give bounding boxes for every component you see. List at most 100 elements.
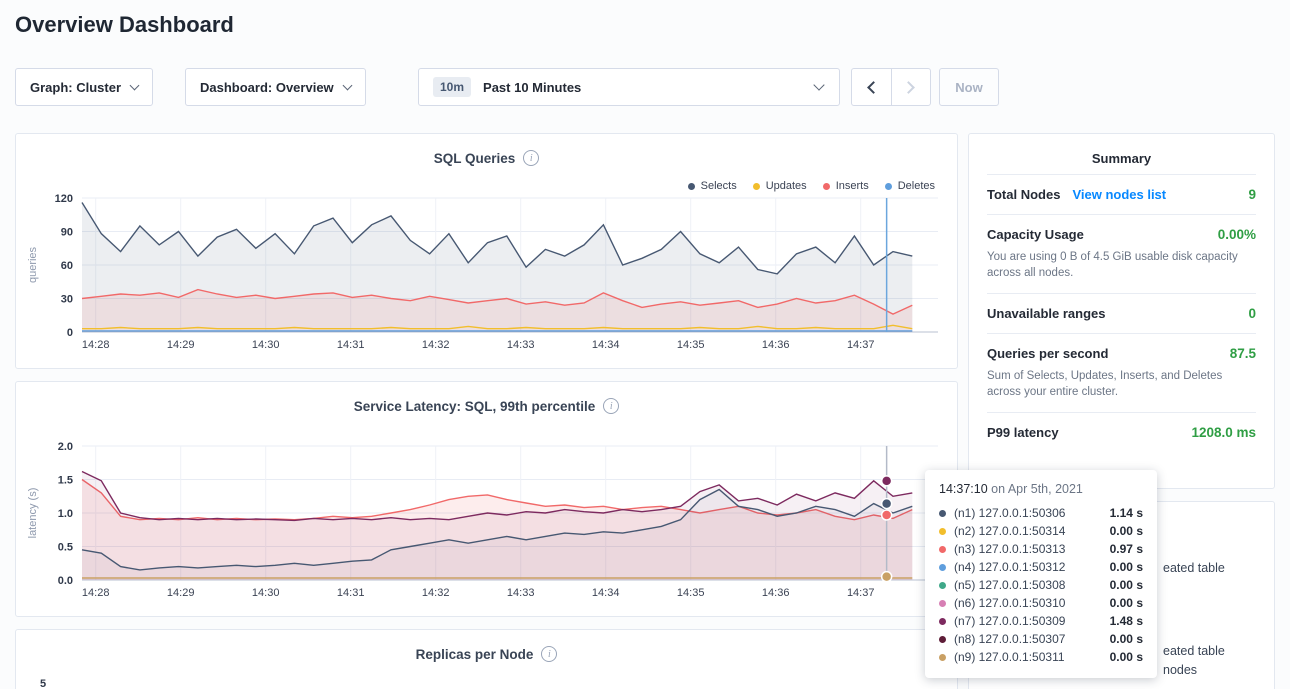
sql-queries-panel: SQL Queries Selects Updates Inserts Dele… — [15, 133, 958, 369]
event-item-fragment[interactable]: nodes — [1163, 663, 1197, 677]
tooltip-row-n3: (n3) 127.0.0.1:50313 0.97 s — [939, 540, 1143, 558]
time-nav-group — [851, 68, 931, 106]
service-latency-panel: Service Latency: SQL, 99th percentile 0.… — [15, 381, 958, 617]
svg-text:14:28: 14:28 — [82, 339, 110, 351]
time-next-button[interactable] — [891, 69, 930, 105]
tooltip-timestamp: 14:37:10 on Apr 5th, 2021 — [939, 482, 1143, 496]
svg-text:14:32: 14:32 — [422, 587, 450, 599]
tooltip-time: 14:37:10 — [939, 482, 988, 496]
qps-label: Queries per second — [987, 346, 1108, 361]
tooltip-date: on Apr 5th, 2021 — [988, 482, 1083, 496]
dashboard-dropdown[interactable]: Dashboard: Overview — [185, 68, 366, 106]
svg-text:14:35: 14:35 — [677, 587, 705, 599]
series-dot-icon — [939, 510, 946, 517]
node-value: 0.00 s — [1110, 596, 1143, 610]
svg-text:90: 90 — [61, 227, 73, 239]
chart-title: SQL Queries — [434, 151, 516, 166]
svg-text:120: 120 — [55, 193, 73, 205]
qps-description: Sum of Selects, Updates, Inserts, and De… — [987, 368, 1256, 400]
svg-text:60: 60 — [61, 260, 73, 272]
tooltip-row-n5: (n5) 127.0.0.1:50308 0.00 s — [939, 576, 1143, 594]
chevron-down-icon — [342, 80, 352, 90]
svg-text:14:34: 14:34 — [592, 587, 620, 599]
event-item-fragment[interactable]: eated table — [1163, 644, 1225, 658]
view-nodes-list-link[interactable]: View nodes list — [1072, 187, 1166, 202]
total-nodes-label: Total Nodes — [987, 187, 1060, 202]
chevron-left-icon — [867, 81, 880, 94]
graph-dropdown-label: Graph: Cluster — [30, 80, 121, 95]
time-range-dropdown[interactable]: 10m Past 10 Minutes — [418, 68, 840, 106]
node-label: (n1) 127.0.0.1:50306 — [954, 506, 1065, 520]
svg-text:14:30: 14:30 — [252, 339, 280, 351]
node-label: (n6) 127.0.0.1:50310 — [954, 596, 1065, 610]
series-dot-icon — [939, 582, 946, 589]
graph-dropdown[interactable]: Graph: Cluster — [15, 68, 153, 106]
svg-text:30: 30 — [61, 294, 73, 306]
svg-text:14:37: 14:37 — [847, 587, 875, 599]
tooltip-row-n6: (n6) 127.0.0.1:50310 0.00 s — [939, 594, 1143, 612]
svg-text:0.5: 0.5 — [58, 542, 73, 554]
svg-text:2.0: 2.0 — [58, 441, 73, 453]
series-dot-icon — [939, 600, 946, 607]
info-icon[interactable] — [541, 646, 557, 662]
unavailable-ranges-label: Unavailable ranges — [987, 306, 1106, 321]
info-icon[interactable] — [523, 150, 539, 166]
sql-queries-chart[interactable]: 030609012014:2814:2914:3014:3114:3214:33… — [22, 190, 952, 354]
svg-text:1.0: 1.0 — [58, 508, 73, 520]
chevron-down-icon — [130, 80, 140, 90]
legend-dot-icon — [688, 183, 695, 190]
node-label: (n4) 127.0.0.1:50312 — [954, 560, 1065, 574]
now-button[interactable]: Now — [939, 68, 999, 106]
tooltip-row-n7: (n7) 127.0.0.1:50309 1.48 s — [939, 612, 1143, 630]
info-icon[interactable] — [603, 398, 619, 414]
legend-dot-icon — [823, 183, 830, 190]
node-label: (n9) 127.0.0.1:50311 — [954, 650, 1065, 664]
svg-text:14:28: 14:28 — [82, 587, 110, 599]
summary-row-qps: Queries per second 87.5 Sum of Selects, … — [987, 333, 1256, 412]
y-axis-tick-fragment: 5 — [40, 678, 46, 689]
chart-title: Service Latency: SQL, 99th percentile — [354, 399, 596, 414]
svg-text:0: 0 — [67, 327, 73, 339]
service-latency-chart[interactable]: 0.00.51.01.52.014:2814:2914:3014:3114:32… — [22, 438, 952, 602]
svg-text:14:34: 14:34 — [592, 339, 620, 351]
node-label: (n3) 127.0.0.1:50313 — [954, 542, 1065, 556]
node-value: 0.00 s — [1110, 632, 1143, 646]
event-item-fragment[interactable]: eated table — [1163, 561, 1225, 575]
node-value: 1.48 s — [1110, 614, 1143, 628]
node-label: (n2) 127.0.0.1:50314 — [954, 524, 1065, 538]
node-label: (n8) 127.0.0.1:50307 — [954, 632, 1065, 646]
node-value: 0.00 s — [1110, 578, 1143, 592]
unavailable-ranges-value: 0 — [1248, 306, 1256, 321]
replicas-per-node-panel: Replicas per Node 5 — [15, 629, 958, 689]
svg-text:14:33: 14:33 — [507, 587, 535, 599]
node-value: 0.00 s — [1110, 650, 1143, 664]
summary-row-p99: P99 latency 1208.0 ms — [987, 412, 1256, 452]
svg-text:14:35: 14:35 — [677, 339, 705, 351]
time-prev-button[interactable] — [852, 69, 891, 105]
chevron-right-icon — [903, 81, 916, 94]
tooltip-row-n1: (n1) 127.0.0.1:50306 1.14 s — [939, 504, 1143, 522]
series-dot-icon — [939, 654, 946, 661]
summary-title: Summary — [969, 134, 1274, 174]
legend-dot-icon — [885, 183, 892, 190]
series-dot-icon — [939, 618, 946, 625]
svg-text:14:36: 14:36 — [762, 587, 790, 599]
svg-text:14:30: 14:30 — [252, 587, 280, 599]
tooltip-row-n4: (n4) 127.0.0.1:50312 0.00 s — [939, 558, 1143, 576]
node-value: 0.97 s — [1110, 542, 1143, 556]
svg-text:14:31: 14:31 — [337, 587, 365, 599]
chart-title: Replicas per Node — [416, 647, 534, 662]
tooltip-row-n9: (n9) 127.0.0.1:50311 0.00 s — [939, 648, 1143, 666]
svg-text:14:36: 14:36 — [762, 339, 790, 351]
summary-row-total-nodes: Total Nodes View nodes list 9 — [987, 174, 1256, 214]
total-nodes-value: 9 — [1248, 187, 1256, 202]
svg-text:14:31: 14:31 — [337, 339, 365, 351]
node-value: 0.00 s — [1110, 560, 1143, 574]
tooltip-row-n8: (n8) 127.0.0.1:50307 0.00 s — [939, 630, 1143, 648]
svg-text:14:32: 14:32 — [422, 339, 450, 351]
node-value: 0.00 s — [1110, 524, 1143, 538]
node-value: 1.14 s — [1110, 506, 1143, 520]
summary-row-capacity: Capacity Usage 0.00% You are using 0 B o… — [987, 214, 1256, 293]
node-label: (n7) 127.0.0.1:50309 — [954, 614, 1065, 628]
legend-dot-icon — [753, 183, 760, 190]
